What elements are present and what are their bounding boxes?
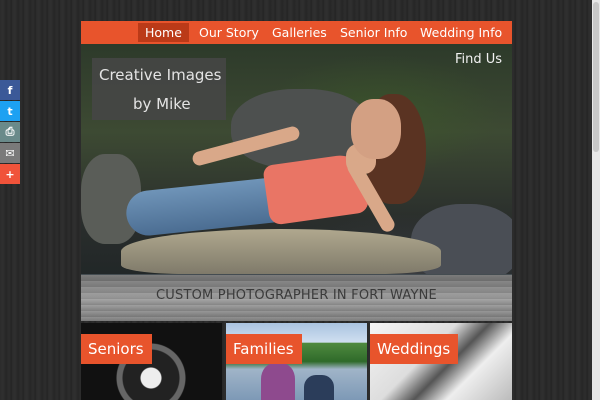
tile-seniors[interactable]: Seniors [81,323,222,400]
facebook-icon: f [7,83,13,97]
tile-weddings[interactable]: Weddings [370,323,512,400]
nav-item-galleries[interactable]: Galleries [265,23,334,42]
nav-item-senior-info[interactable]: Senior Info [333,23,414,42]
nav-item-our-story[interactable]: Our Story [192,23,266,42]
tile-families[interactable]: Families [226,323,367,400]
print-share-button[interactable]: ⎙ [0,122,20,142]
hero-rock [121,229,441,274]
plus-icon: + [5,167,15,181]
page-scrollbar[interactable] [592,0,600,400]
scrollbar-thumb[interactable] [593,2,599,152]
page-container: Home Our Story Galleries Senior Info Wed… [81,21,512,400]
nav-item-wedding-info[interactable]: Wedding Info [413,23,509,42]
tagline-banner: CUSTOM PHOTOGRAPHER IN FORT WAYNE [81,275,512,321]
tagline-text: CUSTOM PHOTOGRAPHER IN FORT WAYNE [156,288,437,303]
tile-photo-figure [261,363,295,400]
logo-line-1: Creative Images [99,66,222,84]
tile-label-weddings[interactable]: Weddings [370,334,459,364]
more-share-button[interactable]: + [0,164,20,184]
tile-label-seniors[interactable]: Seniors [81,334,152,364]
email-icon: ✉ [5,146,15,160]
tile-label-families[interactable]: Families [226,334,302,364]
tile-photo-figure [304,375,334,400]
hero-image: Creative Images by Mike Find Us [81,44,512,296]
nav-item-home[interactable]: Home [138,23,189,42]
facebook-share-button[interactable]: f [0,80,20,100]
find-us-link[interactable]: Find Us [455,52,502,67]
print-icon: ⎙ [5,125,15,138]
logo-line-2: by Mike [133,95,191,113]
twitter-share-button[interactable]: t [0,101,20,121]
share-bar: f t ⎙ ✉ + [0,80,20,185]
email-share-button[interactable]: ✉ [0,143,20,163]
twitter-icon: t [7,104,13,118]
site-logo[interactable]: Creative Images by Mike [92,58,226,120]
main-nav: Home Our Story Galleries Senior Info Wed… [81,21,512,44]
